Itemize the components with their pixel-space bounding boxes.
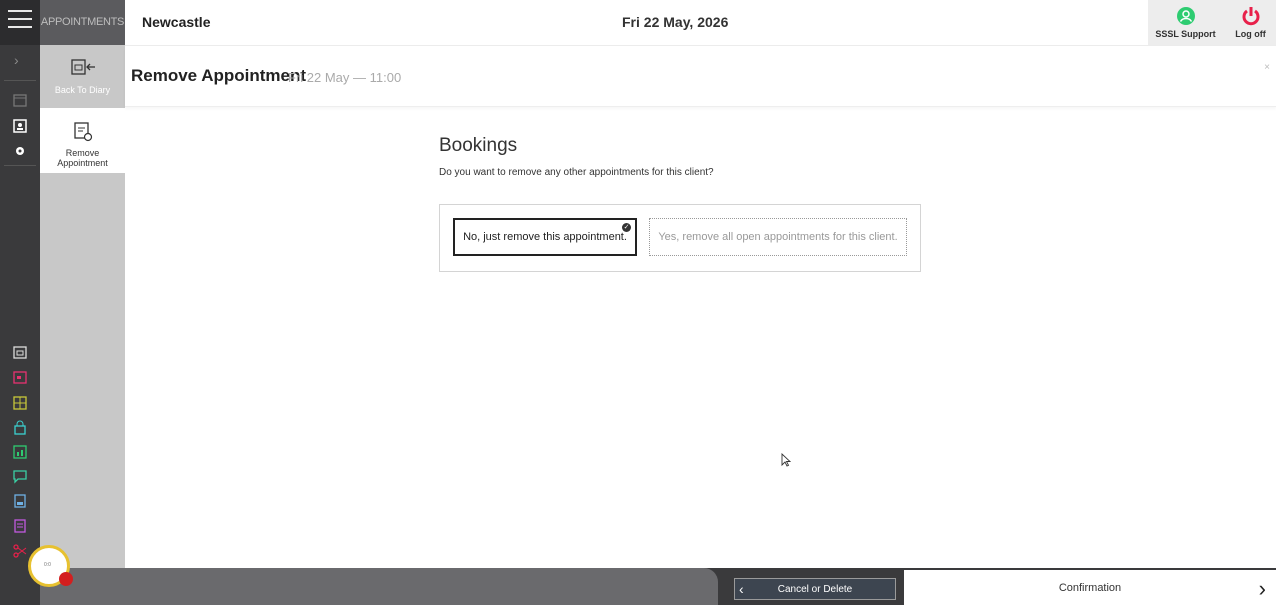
bookings-question: Do you want to remove any other appointm…	[439, 167, 714, 178]
document-icon[interactable]	[12, 518, 28, 534]
support-label: SSSL Support	[1155, 29, 1216, 39]
logoff-button[interactable]: Log off	[1228, 6, 1273, 39]
bottom-panel	[40, 568, 718, 605]
shopping-bag-icon[interactable]	[12, 420, 28, 436]
confirmation-button[interactable]: Confirmation ›	[904, 570, 1276, 605]
scissors-icon[interactable]	[12, 543, 28, 559]
user-icon	[1176, 7, 1195, 25]
check-icon: ✓	[622, 223, 631, 232]
appointments-icon[interactable]	[12, 369, 28, 385]
bottom-bar: ‹ Cancel or Delete Confirmation ›	[40, 568, 1276, 605]
sidebar-item-remove-appointment[interactable]: Remove Appointment	[40, 108, 125, 173]
record-icon[interactable]	[59, 572, 73, 586]
chevron-right-icon[interactable]: ›	[14, 52, 19, 68]
appointment-datetime: Fri 22 May — 11:00	[288, 70, 402, 85]
main-content: Bookings Do you want to remove any other…	[125, 107, 1276, 568]
page-header: Remove Appointment Fri 22 May — 11:00 ×	[125, 46, 1276, 107]
reports-icon[interactable]	[12, 444, 28, 460]
rail-divider	[4, 165, 36, 166]
menu-icon[interactable]	[8, 10, 32, 34]
screen-recorder-widget[interactable]: 0:0	[28, 545, 73, 587]
cancel-or-delete-button[interactable]: ‹ Cancel or Delete	[734, 578, 896, 600]
bookings-title: Bookings	[439, 135, 518, 156]
contacts-icon[interactable]	[12, 118, 28, 134]
top-bar: Newcastle Fri 22 May, 2026 SSSL Support …	[125, 0, 1276, 46]
cancel-label: Cancel or Delete	[777, 583, 853, 595]
power-icon	[1242, 7, 1259, 26]
sidebar-item-label: Remove Appointment	[57, 148, 108, 168]
confirm-label: Confirmation	[1058, 581, 1122, 594]
option-remove-this-only[interactable]: No, just remove this appointment. ✓	[453, 218, 637, 256]
page-title: Remove Appointment	[131, 66, 307, 85]
booking-options: No, just remove this appointment. ✓ Yes,…	[439, 204, 921, 272]
close-icon[interactable]: ×	[1264, 62, 1270, 73]
sidebar-item-back-to-diary[interactable]: Back To Diary	[40, 45, 125, 107]
current-date: Fri 22 May, 2026	[622, 14, 729, 30]
secondary-nav: APPOINTMENTS Back To Diary Remove Appoin…	[40, 0, 125, 568]
left-rail: ›	[0, 0, 40, 605]
mouse-cursor-icon	[781, 453, 791, 467]
messages-icon[interactable]	[12, 468, 28, 484]
recorder-time: 0:0	[44, 562, 51, 568]
rail-divider	[4, 80, 36, 81]
location-name: Newcastle	[142, 14, 211, 30]
logoff-label: Log off	[1235, 29, 1266, 39]
chevron-right-icon: ›	[1258, 576, 1266, 601]
gear-icon[interactable]	[12, 143, 28, 159]
user-actions: SSSL Support Log off	[1148, 0, 1276, 45]
remove-appointment-icon	[73, 122, 92, 142]
calculator-icon[interactable]	[12, 395, 28, 411]
save-icon[interactable]	[12, 493, 28, 509]
option-label: No, just remove this appointment.	[463, 231, 627, 243]
module-title: APPOINTMENTS	[40, 0, 125, 45]
option-label: Yes, remove all open appointments for th…	[658, 231, 898, 243]
calendar-icon[interactable]	[12, 92, 28, 108]
sidebar-item-label: Back To Diary	[54, 85, 111, 95]
chevron-left-icon: ‹	[739, 581, 744, 597]
option-remove-all-open[interactable]: Yes, remove all open appointments for th…	[649, 218, 907, 256]
diary-icon[interactable]	[12, 344, 28, 360]
back-to-diary-icon	[70, 59, 95, 75]
support-button[interactable]: SSSL Support	[1153, 6, 1218, 39]
